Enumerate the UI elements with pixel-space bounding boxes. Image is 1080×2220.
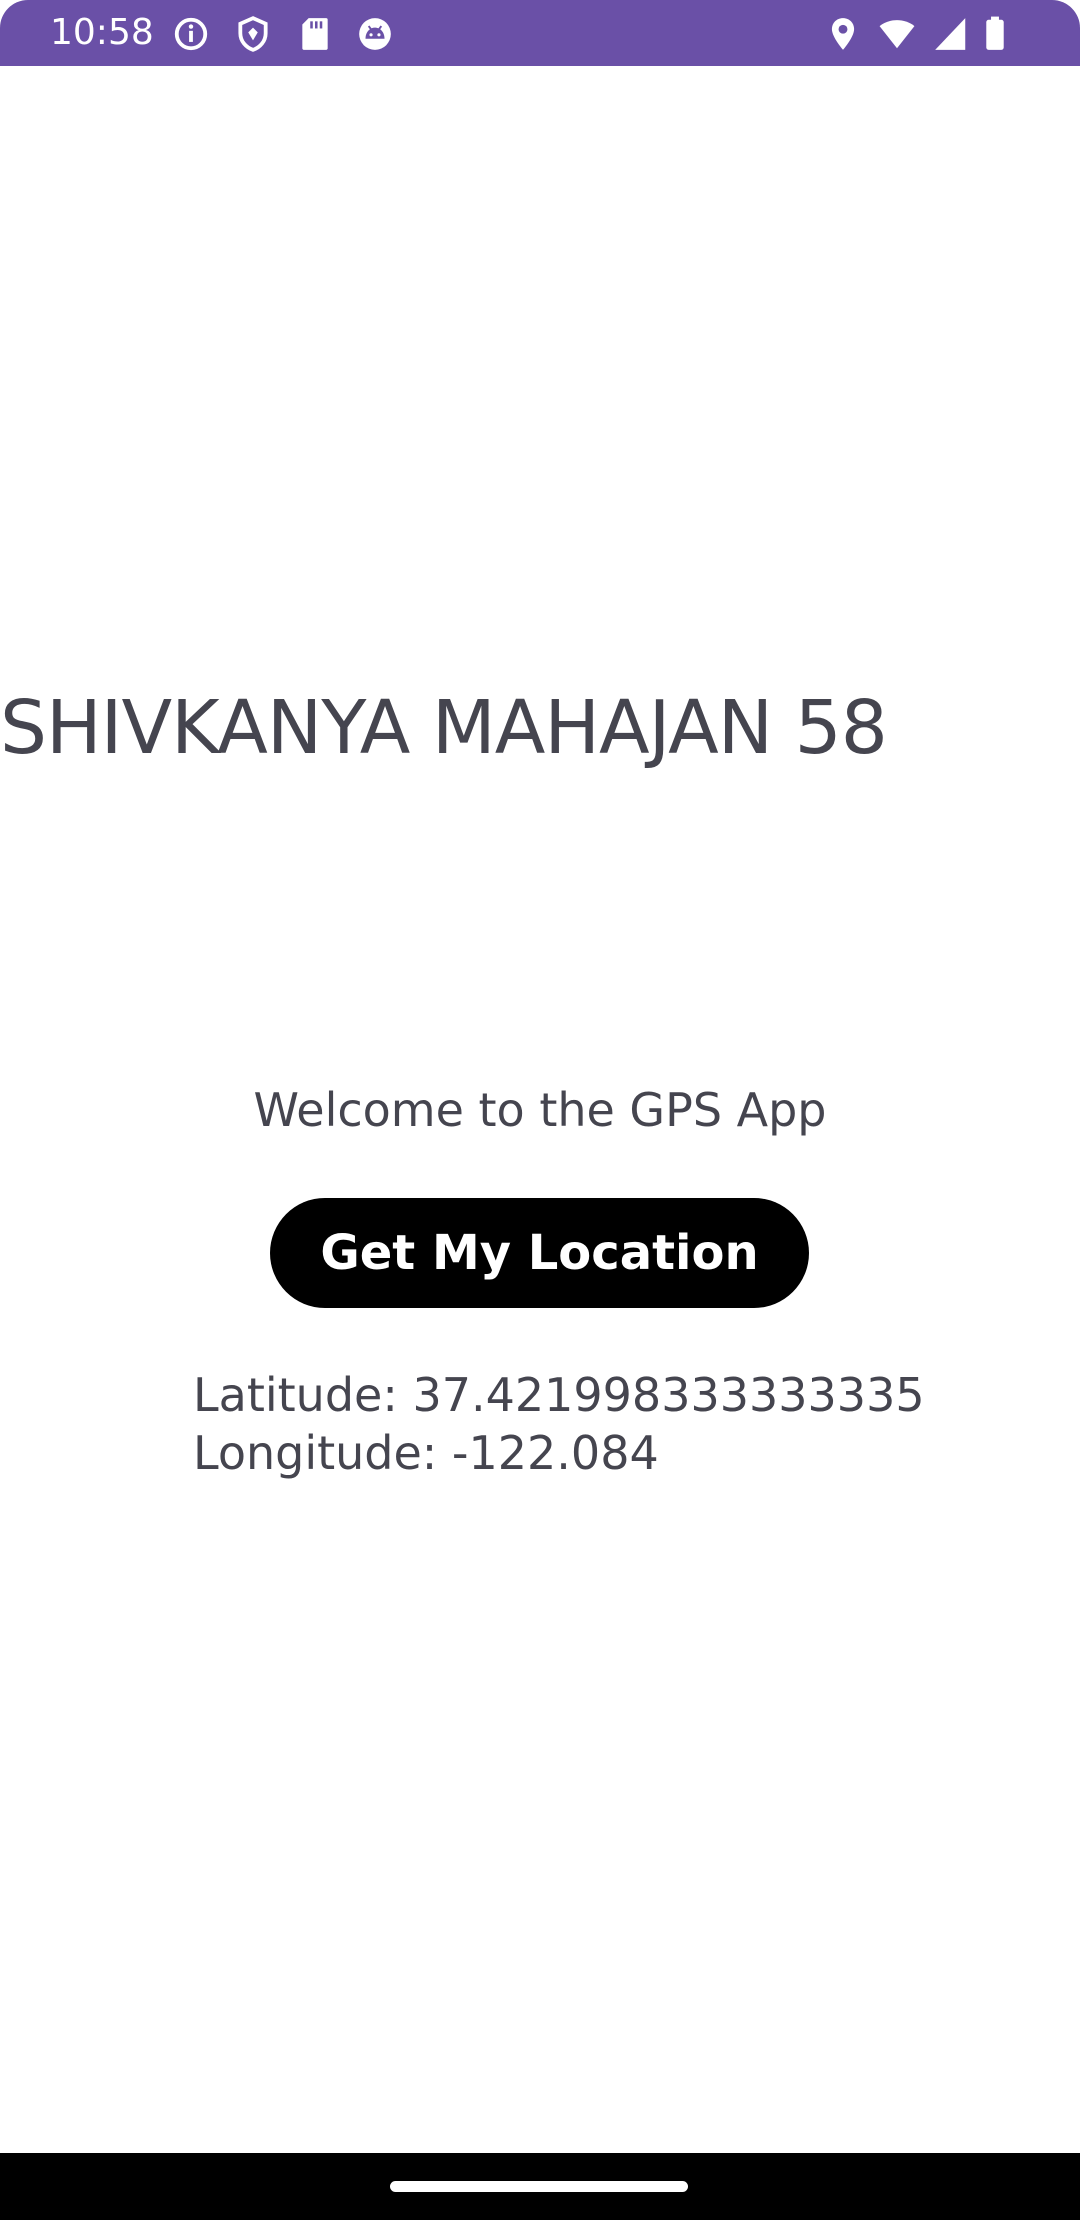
wifi-icon <box>878 15 916 53</box>
get-location-button[interactable]: Get My Location <box>270 1198 809 1308</box>
app-screen: 10:58 SHIVKANYA MAHAJAN 58 Welcome to th… <box>0 0 1080 2220</box>
status-time: 10:58 <box>50 12 154 53</box>
home-handle[interactable] <box>390 2181 688 2192</box>
info-icon <box>172 15 210 53</box>
navigation-bar <box>0 2153 1080 2220</box>
location-icon <box>824 15 862 53</box>
android-face-icon <box>356 15 394 53</box>
location-readout: Latitude: 37.421998333333335 Longitude: … <box>193 1366 925 1482</box>
latitude-text: Latitude: 37.421998333333335 <box>193 1368 925 1422</box>
longitude-text: Longitude: -122.084 <box>193 1426 659 1480</box>
battery-icon <box>976 15 1014 53</box>
status-bar: 10:58 <box>0 0 1080 66</box>
sd-card-icon <box>296 15 334 53</box>
cellular-signal-icon <box>932 15 970 53</box>
author-title: SHIVKANYA MAHAJAN 58 <box>0 685 888 771</box>
shield-icon <box>234 15 272 53</box>
welcome-text: Welcome to the GPS App <box>253 1083 827 1137</box>
